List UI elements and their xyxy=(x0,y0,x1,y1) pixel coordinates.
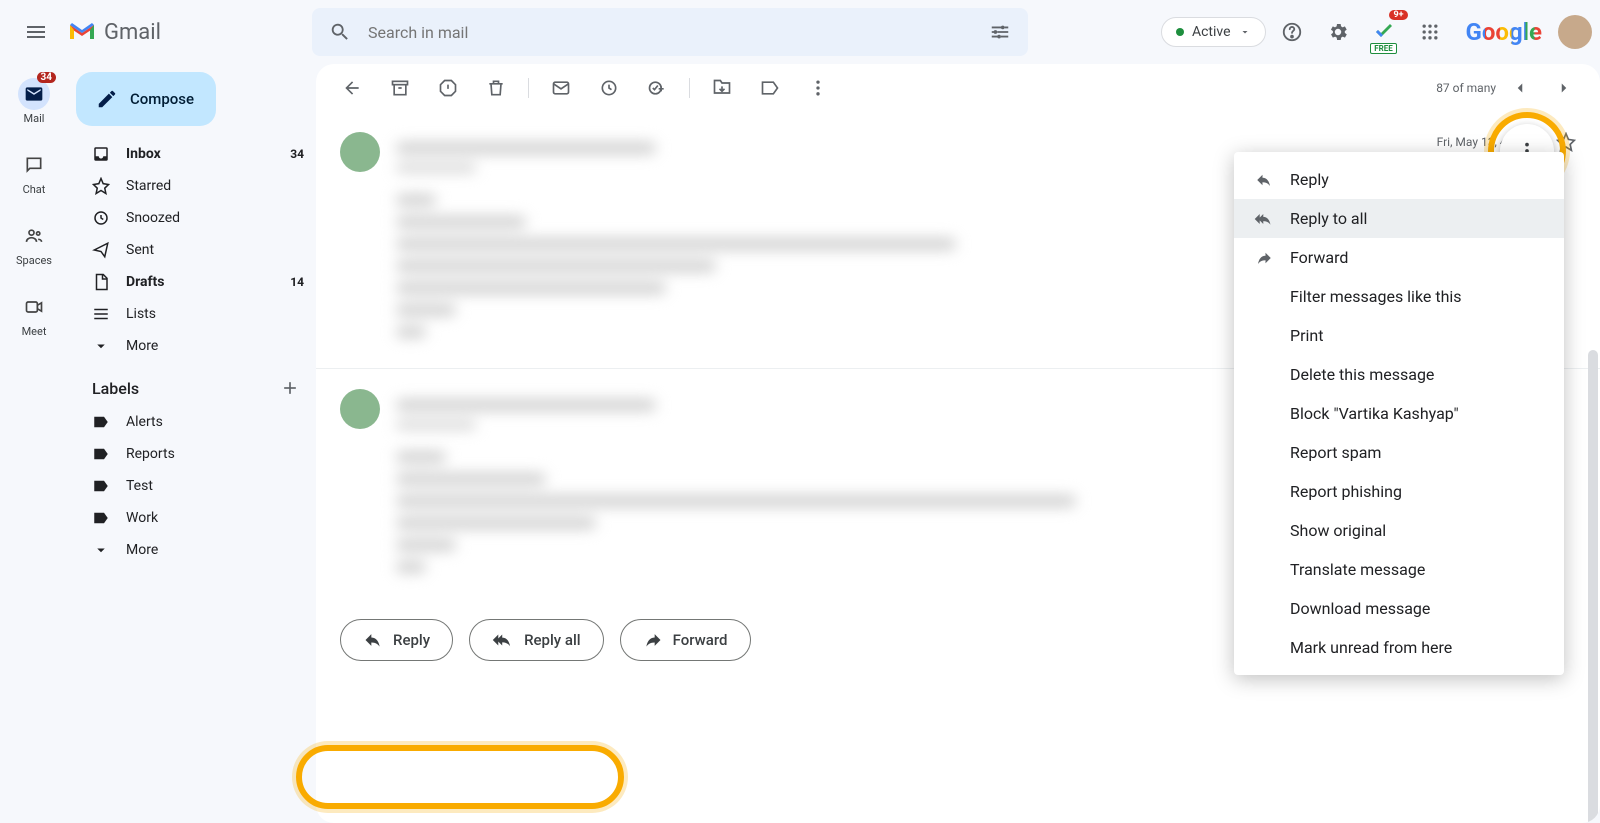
star-icon[interactable] xyxy=(1556,132,1576,152)
google-logo[interactable]: Google xyxy=(1466,18,1542,46)
nav-snoozed[interactable]: Snoozed xyxy=(68,202,316,234)
main-menu-button[interactable] xyxy=(12,8,60,56)
gmail-text: Gmail xyxy=(104,20,161,45)
compose-label: Compose xyxy=(130,90,194,108)
rail-chat[interactable]: Chat xyxy=(6,143,62,202)
reply-all-button[interactable]: Reply all xyxy=(469,619,604,661)
offers-icon[interactable]: 9+ FREE xyxy=(1364,12,1404,52)
ctx-reply[interactable]: Reply xyxy=(1234,160,1564,199)
more-button[interactable] xyxy=(798,68,838,108)
nav-drafts[interactable]: Drafts14 xyxy=(68,266,316,298)
ctx-show-original[interactable]: Show original xyxy=(1234,511,1564,550)
support-icon[interactable] xyxy=(1272,12,1312,52)
chat-icon xyxy=(18,149,50,181)
add-label-button[interactable] xyxy=(280,378,300,398)
move-to-button[interactable] xyxy=(702,68,742,108)
sender-avatar[interactable] xyxy=(340,132,380,172)
search-options-icon[interactable] xyxy=(980,12,1020,52)
rail-label: Meet xyxy=(22,325,47,338)
nav-lists[interactable]: Lists xyxy=(68,298,316,330)
rail-label: Chat xyxy=(23,183,46,196)
rail-spaces[interactable]: Spaces xyxy=(6,214,62,273)
status-label: Active xyxy=(1192,24,1231,40)
delete-button[interactable] xyxy=(476,68,516,108)
rail-mail-badge: 34 xyxy=(37,72,56,83)
nav-sent[interactable]: Sent xyxy=(68,234,316,266)
reply-button[interactable]: Reply xyxy=(340,619,453,661)
rail-mail[interactable]: 34 Mail xyxy=(6,72,62,131)
search-icon[interactable] xyxy=(320,12,360,52)
ctx-forward[interactable]: Forward xyxy=(1234,238,1564,277)
nav-more[interactable]: More xyxy=(68,330,316,362)
ctx-block-vartika-kashyap-[interactable]: Block "Vartika Kashyap" xyxy=(1234,394,1564,433)
back-button[interactable] xyxy=(332,68,372,108)
offers-badge: 9+ xyxy=(1389,10,1407,20)
divider xyxy=(528,78,529,98)
label-alerts[interactable]: Alerts xyxy=(68,406,316,438)
rail-label: Spaces xyxy=(16,254,52,267)
account-avatar[interactable] xyxy=(1558,15,1592,49)
sidebar: Compose Inbox34StarredSnoozedSentDrafts1… xyxy=(68,64,316,823)
free-tag: FREE xyxy=(1370,43,1397,54)
ctx-mark-unread-from-here[interactable]: Mark unread from here xyxy=(1234,628,1564,667)
archive-button[interactable] xyxy=(380,68,420,108)
spaces-icon xyxy=(18,220,50,252)
nav-inbox[interactable]: Inbox34 xyxy=(68,138,316,170)
divider xyxy=(689,78,690,98)
pagination-text: 87 of many xyxy=(1436,81,1496,95)
labels-header: Labels xyxy=(92,379,139,398)
ctx-translate-message[interactable]: Translate message xyxy=(1234,550,1564,589)
label-reports[interactable]: Reports xyxy=(68,438,316,470)
settings-icon[interactable] xyxy=(1318,12,1358,52)
ctx-filter-messages-like-this[interactable]: Filter messages like this xyxy=(1234,277,1564,316)
add-task-button[interactable] xyxy=(637,68,677,108)
labels-button[interactable] xyxy=(750,68,790,108)
apps-icon[interactable] xyxy=(1410,12,1450,52)
status-chip[interactable]: Active xyxy=(1161,17,1266,47)
gmail-logo[interactable]: Gmail xyxy=(68,20,304,45)
label-test[interactable]: Test xyxy=(68,470,316,502)
nav-starred[interactable]: Starred xyxy=(68,170,316,202)
next-button[interactable] xyxy=(1544,68,1584,108)
ctx-download-message[interactable]: Download message xyxy=(1234,589,1564,628)
message-toolbar: 87 of many xyxy=(316,64,1600,112)
compose-button[interactable]: Compose xyxy=(76,72,216,126)
search-input[interactable] xyxy=(360,23,980,42)
ctx-report-phishing[interactable]: Report phishing xyxy=(1234,472,1564,511)
snooze-button[interactable] xyxy=(589,68,629,108)
message-context-menu: ReplyReply to allForwardFilter messages … xyxy=(1234,152,1564,675)
label-more[interactable]: More xyxy=(68,534,316,566)
label-work[interactable]: Work xyxy=(68,502,316,534)
forward-button[interactable]: Forward xyxy=(620,619,751,661)
rail-meet[interactable]: Meet xyxy=(6,285,62,344)
ctx-print[interactable]: Print xyxy=(1234,316,1564,355)
app-rail: 34 Mail Chat Spaces Meet xyxy=(0,64,68,823)
ctx-report-spam[interactable]: Report spam xyxy=(1234,433,1564,472)
ctx-delete-this-message[interactable]: Delete this message xyxy=(1234,355,1564,394)
ctx-reply-to-all[interactable]: Reply to all xyxy=(1234,199,1564,238)
prev-button[interactable] xyxy=(1500,68,1540,108)
sender-avatar[interactable] xyxy=(340,389,380,429)
report-spam-button[interactable] xyxy=(428,68,468,108)
scrollbar[interactable] xyxy=(1588,350,1598,823)
status-dot-icon xyxy=(1176,28,1184,36)
mark-unread-button[interactable] xyxy=(541,68,581,108)
rail-label: Mail xyxy=(24,112,45,125)
search-bar[interactable] xyxy=(312,8,1028,56)
meet-icon xyxy=(18,291,50,323)
